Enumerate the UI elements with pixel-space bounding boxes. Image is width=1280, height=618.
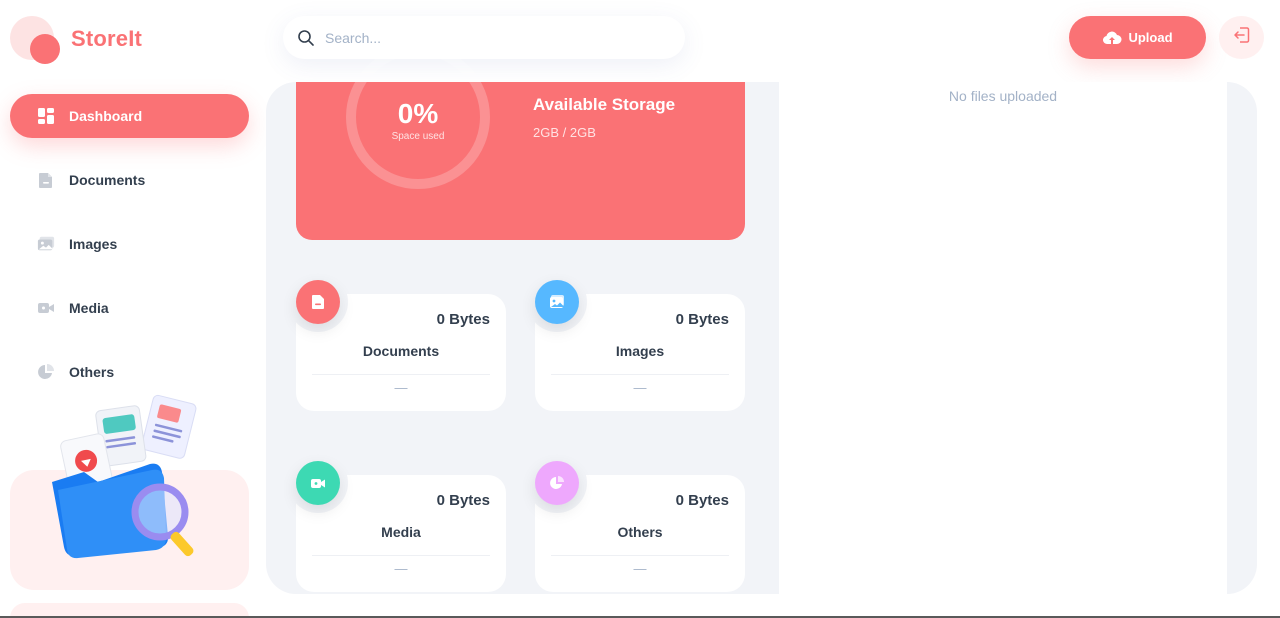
sidebar-item-label: Others — [69, 364, 115, 380]
logo-mark-front — [30, 34, 60, 64]
sidebar-item-label: Media — [69, 300, 109, 316]
logout-button[interactable] — [1219, 16, 1264, 59]
app-name: StoreIt — [71, 26, 143, 51]
search-input[interactable] — [325, 29, 645, 46]
search-icon — [297, 29, 315, 47]
pie-chart-icon — [37, 363, 55, 381]
video-icon — [296, 461, 340, 505]
card-divider — [312, 555, 490, 556]
card-title: Images — [615, 343, 665, 359]
summary-card-media[interactable]: 0 Bytes Media — — [288, 453, 506, 592]
card-last-update: — — [633, 380, 647, 395]
card-title: Others — [617, 524, 663, 540]
storage-percent-caption: Space used — [391, 131, 445, 142]
cloud-upload-icon — [1102, 30, 1122, 46]
summary-card-images[interactable]: 0 Bytes Images — — [527, 272, 745, 411]
card-last-update: — — [633, 561, 647, 576]
search-bar[interactable] — [283, 16, 685, 59]
document-icon — [296, 280, 340, 324]
card-size: 0 Bytes — [675, 492, 729, 509]
sidebar-item-images[interactable]: Images — [10, 222, 249, 266]
files-illustration — [40, 390, 215, 565]
sidebar-item-label: Images — [69, 236, 118, 252]
image-icon — [37, 235, 55, 253]
card-size: 0 Bytes — [436, 311, 490, 328]
summary-card-documents[interactable]: 0 Bytes Documents — — [288, 272, 506, 411]
card-size: 0 Bytes — [675, 311, 729, 328]
sidebar-item-label: Documents — [69, 172, 146, 188]
card-divider — [551, 374, 729, 375]
card-size: 0 Bytes — [436, 492, 490, 509]
sidebar-item-media[interactable]: Media — [10, 286, 249, 330]
app-logo[interactable]: StoreIt — [10, 14, 170, 66]
card-divider — [551, 555, 729, 556]
card-title: Media — [381, 524, 421, 540]
available-storage-value: 2GB / 2GB — [533, 125, 596, 140]
logout-icon — [1233, 26, 1251, 49]
card-title: Documents — [362, 343, 440, 359]
dashboard-icon — [37, 107, 55, 125]
sidebar-nav: Dashboard Documents Images Media Others — [10, 94, 249, 414]
recent-files-panel — [779, 82, 1227, 594]
upload-label: Upload — [1128, 30, 1173, 45]
sidebar-item-dashboard[interactable]: Dashboard — [10, 94, 249, 138]
upload-button[interactable]: Upload — [1069, 16, 1206, 59]
sidebar-item-others[interactable]: Others — [10, 350, 249, 394]
sidebar-item-documents[interactable]: Documents — [10, 158, 249, 202]
video-icon — [37, 299, 55, 317]
sidebar-item-label: Dashboard — [69, 108, 143, 124]
card-last-update: — — [394, 561, 408, 576]
summary-card-others[interactable]: 0 Bytes Others — — [527, 453, 745, 592]
available-storage-title: Available Storage — [533, 95, 676, 114]
image-icon — [535, 280, 579, 324]
card-divider — [312, 374, 490, 375]
pie-chart-icon — [535, 461, 579, 505]
storage-percent: 0% — [397, 98, 439, 129]
empty-recent-files: No files uploaded — [948, 88, 1058, 104]
document-icon — [37, 171, 55, 189]
card-last-update: — — [394, 380, 408, 395]
